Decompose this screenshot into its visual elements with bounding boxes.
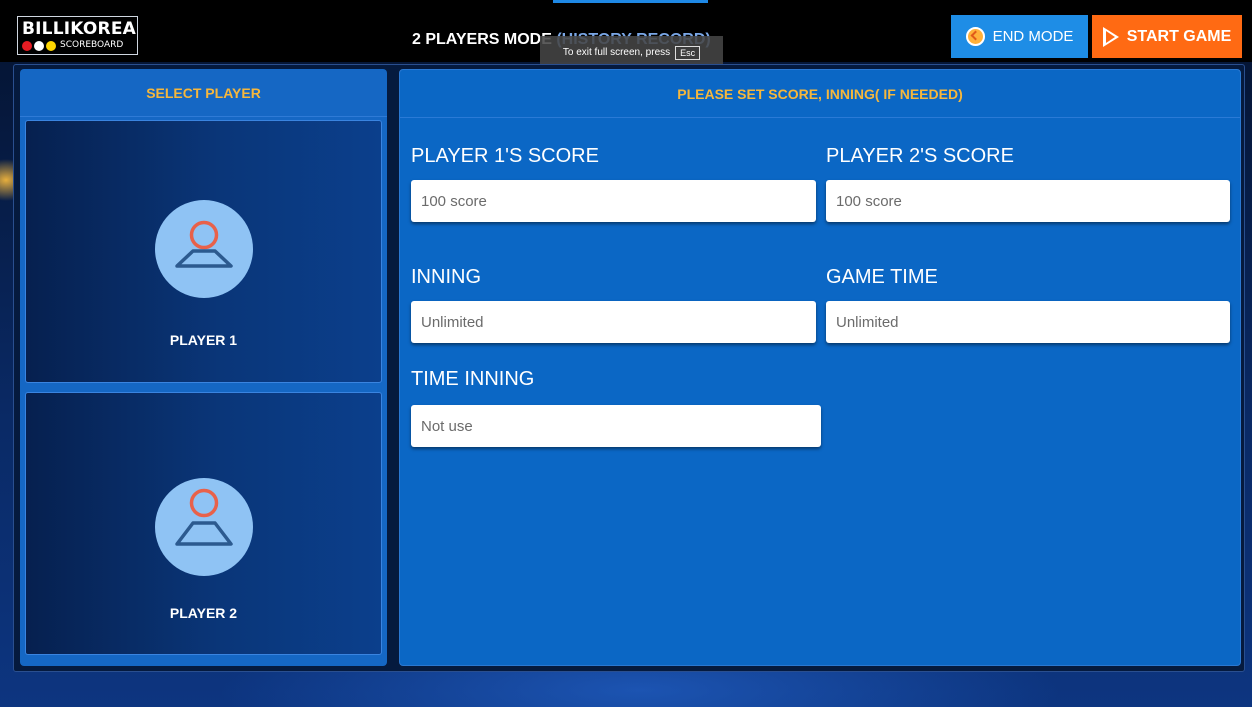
game-time-field[interactable]: Unlimited bbox=[826, 301, 1230, 343]
user-avatar-icon bbox=[155, 478, 253, 576]
logo-dot-yellow bbox=[46, 41, 56, 51]
player-2-name: PLAYER 2 bbox=[169, 605, 238, 621]
game-settings-panel: PLEASE SET SCORE, INNING( IF NEEDED) PLA… bbox=[399, 69, 1241, 666]
settings-title: PLEASE SET SCORE, INNING( IF NEEDED) bbox=[400, 70, 1240, 118]
logo-dots bbox=[22, 41, 56, 52]
start-game-button[interactable]: START GAME bbox=[1092, 15, 1242, 58]
fullscreen-tip-text: To exit full screen, press bbox=[562, 47, 671, 58]
end-mode-button[interactable]: END MODE bbox=[951, 15, 1088, 58]
select-player-title: SELECT PLAYER bbox=[20, 69, 387, 117]
p1-score-field[interactable]: 100 score bbox=[411, 180, 816, 222]
start-game-label: START GAME bbox=[1126, 27, 1232, 45]
logo-dot-white bbox=[34, 41, 44, 51]
inning-field[interactable]: Unlimited bbox=[411, 301, 816, 343]
time-inning-label: TIME INNING bbox=[411, 368, 535, 390]
app-logo: BILLIKOREA SCOREBOARD bbox=[17, 16, 138, 55]
p2-score-field[interactable]: 100 score bbox=[826, 180, 1230, 222]
p1-score-label: PLAYER 1'S SCORE bbox=[411, 145, 599, 167]
mode-title-text: 2 PLAYERS MODE bbox=[412, 31, 552, 48]
esc-key-badge: Esc bbox=[675, 45, 701, 60]
p2-score-label: PLAYER 2'S SCORE bbox=[826, 145, 1014, 167]
logo-subtitle: SCOREBOARD bbox=[60, 40, 124, 50]
play-icon bbox=[1102, 26, 1119, 47]
logo-dot-red bbox=[22, 41, 32, 51]
logo-text: BILLIKOREA bbox=[22, 19, 136, 39]
top-accent-line bbox=[553, 0, 708, 3]
inning-label: INNING bbox=[411, 266, 481, 288]
back-arrow-icon bbox=[965, 27, 985, 46]
player-card-1[interactable]: PLAYER 1 bbox=[25, 120, 382, 383]
user-avatar-icon bbox=[155, 200, 253, 298]
end-mode-label: END MODE bbox=[992, 28, 1074, 45]
select-player-panel: SELECT PLAYER PLAYER 1 PLAYER 2 bbox=[20, 69, 387, 666]
time-inning-field[interactable]: Not use bbox=[411, 405, 821, 447]
player-1-name: PLAYER 1 bbox=[169, 332, 238, 348]
game-time-label: GAME TIME bbox=[826, 266, 938, 288]
player-card-2[interactable]: PLAYER 2 bbox=[25, 392, 382, 655]
